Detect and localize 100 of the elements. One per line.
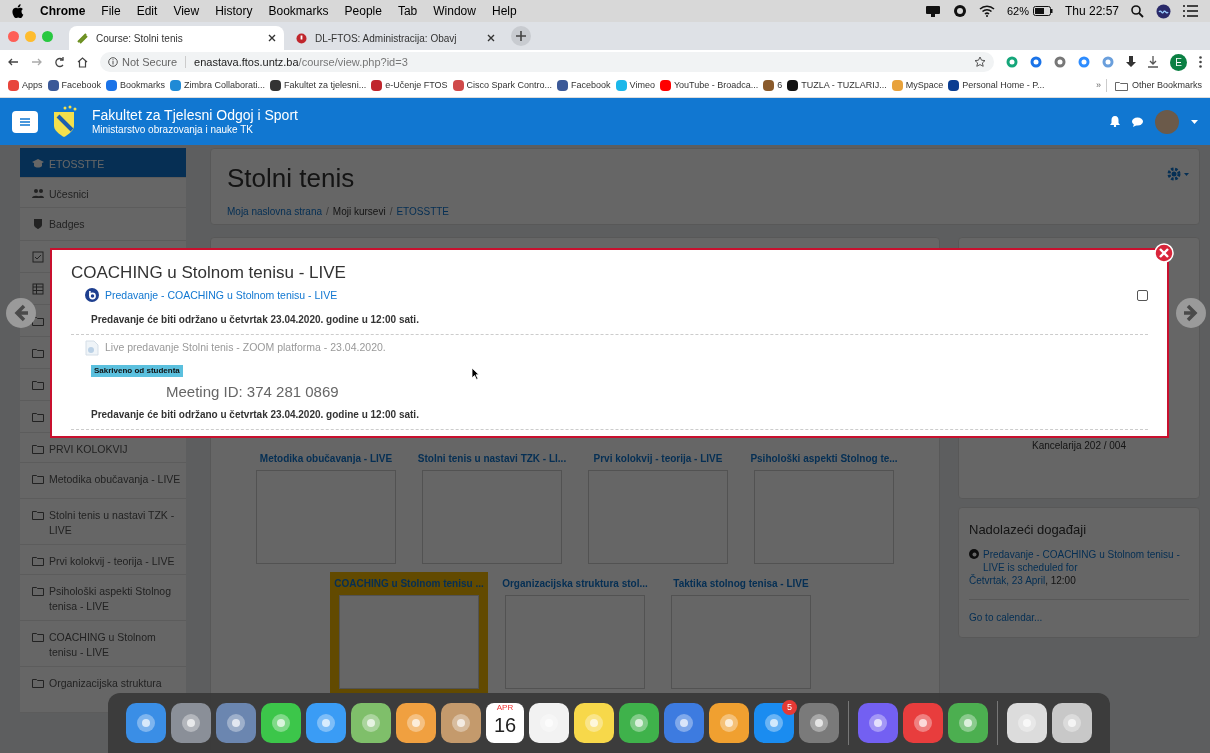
back-icon[interactable] <box>8 56 19 68</box>
battery-icon[interactable] <box>1032 6 1053 16</box>
app-icon[interactable] <box>529 703 569 743</box>
app-icon[interactable] <box>1007 703 1047 743</box>
page-title: Stolni tenis <box>227 162 355 195</box>
star-icon[interactable] <box>974 56 986 68</box>
bookmark[interactable]: Facebook <box>557 78 611 93</box>
bookmark[interactable]: Other Bookmarks <box>1105 78 1202 93</box>
menu-icon[interactable] <box>1199 56 1202 68</box>
app-icon[interactable] <box>903 703 943 743</box>
menu-item[interactable]: History <box>215 2 253 20</box>
app-icon[interactable] <box>799 703 839 743</box>
download-icon[interactable] <box>1126 56 1136 68</box>
bookmark[interactable]: Apps <box>8 78 43 93</box>
bookmark[interactable]: Facebook <box>47 78 102 93</box>
menu-item[interactable]: File <box>101 2 121 20</box>
home-icon[interactable] <box>77 56 88 68</box>
menu-item[interactable]: Tab <box>397 2 418 20</box>
apple-logo-icon[interactable] <box>12 4 24 18</box>
activity-description: Predavanje će biti održano u četvrtak 23.04.2020. godine u 12:00 sati. <box>91 407 420 422</box>
plus-icon <box>516 31 526 41</box>
bookmark[interactable]: Personal Home - P... <box>948 78 1045 93</box>
bell-icon[interactable] <box>1110 116 1120 127</box>
bookmark[interactable]: Zimbra Collaborati... <box>170 78 266 93</box>
folder-icon <box>32 473 44 485</box>
extension-icon[interactable] <box>1102 56 1114 68</box>
bookmark[interactable]: Cisco Spark Contro... <box>452 78 553 93</box>
bookmark[interactable]: TUZLA - TUZLARIJ... <box>787 78 887 93</box>
app-icon[interactable] <box>171 703 211 743</box>
folder-icon <box>32 443 44 455</box>
url-text: enastava.ftos.untz.ba/course/view.php?id=3 <box>194 54 408 70</box>
menu-button[interactable] <box>12 110 38 133</box>
app-icon[interactable] <box>351 703 391 743</box>
download-icon[interactable] <box>1148 56 1158 68</box>
app-icon[interactable] <box>126 703 166 743</box>
site-subtitle: Ministarstvo obrazovanja i nauke TK <box>92 124 254 137</box>
extension-icon[interactable] <box>1030 56 1042 68</box>
display-icon[interactable] <box>924 4 941 18</box>
menu-item[interactable]: People <box>344 2 382 20</box>
bookmark[interactable]: e-Učenje FTOS <box>371 78 448 93</box>
close-icon[interactable] <box>268 34 276 42</box>
folder-icon <box>32 555 44 567</box>
graduation-cap-icon <box>32 158 44 170</box>
app-icon[interactable] <box>216 703 256 743</box>
address-field[interactable]: Not Secure enastava.ftos.untz.ba/course/view.php?id=3 <box>100 52 994 72</box>
wifi-icon[interactable] <box>978 5 995 17</box>
favicon-icon <box>77 32 88 44</box>
conference-icon <box>969 548 979 559</box>
people-icon <box>32 188 44 200</box>
menu-item[interactable]: Window <box>433 2 476 20</box>
app-menu[interactable]: Chrome <box>40 2 86 20</box>
activity-link[interactable]: Predavanje - COACHING u Stolnom tenisu - LIVE <box>105 287 338 304</box>
clock[interactable]: Thu 22:57 <box>1064 2 1119 20</box>
bookmark[interactable]: Vimeo <box>615 78 655 93</box>
dialog-title: COACHING u Stolnom tenisu - LIVE <box>71 262 347 284</box>
extension-icon[interactable] <box>1078 56 1090 68</box>
battery-percent: 62% <box>1006 3 1029 19</box>
app-icon[interactable] <box>948 703 988 743</box>
notification-badge: 5 <box>782 700 797 715</box>
menu-item[interactable]: Edit <box>136 2 158 20</box>
bookmark[interactable]: MySpace <box>891 78 944 93</box>
extension-icon[interactable] <box>1054 56 1066 68</box>
app-icon[interactable] <box>574 703 614 743</box>
hidden-badge: Sakriveno od studenta <box>91 365 183 378</box>
app-icon[interactable] <box>619 703 659 743</box>
app-icon[interactable] <box>441 703 481 743</box>
app-icon[interactable] <box>1052 703 1092 743</box>
app-icon[interactable] <box>754 703 794 743</box>
reload-icon[interactable] <box>54 56 65 68</box>
completion-checkbox[interactable] <box>1137 289 1148 301</box>
app-icon[interactable] <box>858 703 898 743</box>
app-icon[interactable] <box>664 703 704 743</box>
siri-icon[interactable] <box>1156 3 1171 19</box>
cursor-icon <box>471 367 480 380</box>
favicon-icon <box>296 32 307 44</box>
more-bookmarks[interactable]: » <box>1095 78 1101 93</box>
browser-tab[interactable]: Course: Stolni tenis <box>69 26 284 50</box>
extension-icon[interactable] <box>1006 56 1018 68</box>
browser-tab[interactable]: DL-FTOS: Administracija: Obavj <box>288 26 503 50</box>
bookmark[interactable]: 6 <box>763 78 783 93</box>
app-icon[interactable] <box>261 703 301 743</box>
app-icon[interactable] <box>709 703 749 743</box>
search-icon[interactable] <box>1131 4 1144 18</box>
app-icon[interactable] <box>396 703 436 743</box>
new-tab-button[interactable] <box>511 26 531 46</box>
bookmark[interactable]: Fakultet za tjelesni... <box>270 78 367 93</box>
bookmark[interactable]: YouTube - Broadca... <box>659 78 759 93</box>
site-title[interactable]: Fakultet za Tjelesni Odgoj i Sport <box>92 106 298 124</box>
caret-icon[interactable] <box>1191 119 1198 124</box>
profile-avatar[interactable]: E <box>1170 53 1187 71</box>
close-icon[interactable] <box>487 34 495 42</box>
app-icon[interactable] <box>306 703 346 743</box>
activity-description: Predavanje će biti održano u četvrtak 23.04.2020. godine u 12:00 sati. <box>91 313 420 328</box>
folder-icon <box>1114 80 1128 91</box>
bookmark[interactable]: Bookmarks <box>106 78 166 93</box>
menu-item[interactable]: Bookmarks <box>268 2 329 20</box>
menu-item[interactable]: View <box>173 2 200 20</box>
menu-item[interactable]: Help <box>491 2 517 20</box>
list-icon[interactable] <box>1183 5 1198 17</box>
calendar-icon[interactable]: APR 16 <box>486 703 524 743</box>
